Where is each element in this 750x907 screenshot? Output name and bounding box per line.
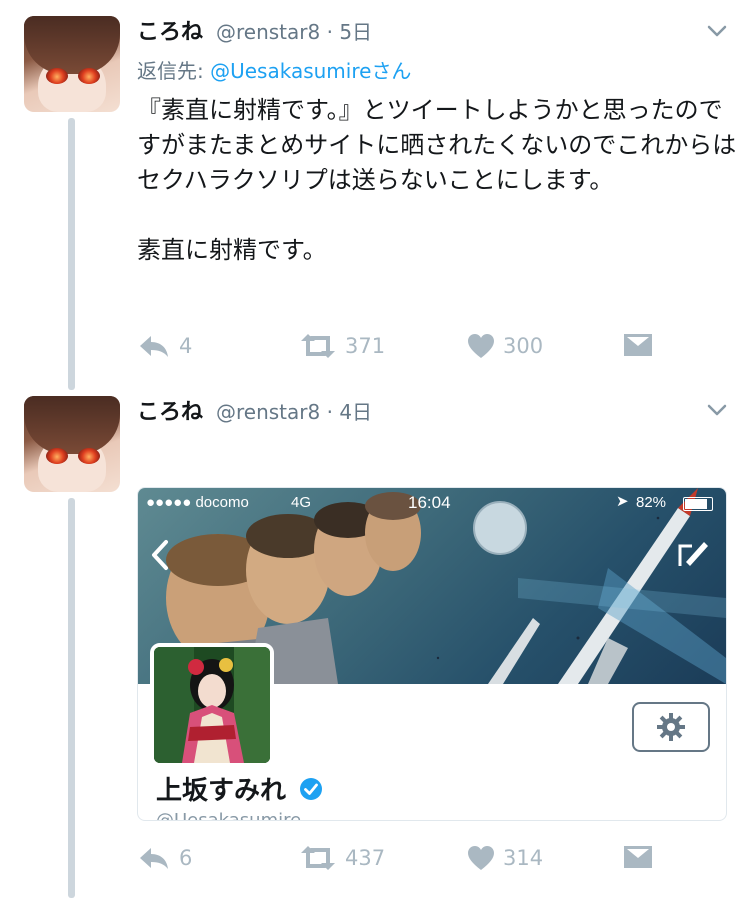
separator-dot: · [326,20,333,44]
profile-name: 上坂すみれ [156,770,323,807]
reply-count: 4 [179,334,193,358]
battery-icon [683,497,713,511]
thread-line-2 [68,498,75,898]
reply-button[interactable]: 4 [137,333,192,359]
gear-icon [657,713,685,741]
dm-icon [624,334,652,356]
reply-button[interactable]: 6 [137,845,192,871]
reply-icon [140,336,168,357]
carrier-text: ●●●●● docomo [146,494,249,511]
heart-icon [468,334,494,358]
separator-dot: · [326,400,333,424]
reply-context: 返信先: @Uesakasumireさん [137,55,411,84]
handle-text: @renstar8 [216,400,321,424]
dm-icon [624,846,652,868]
thread-line-1 [68,118,75,390]
avatar[interactable] [24,16,120,112]
retweet-button[interactable]: 437 [299,845,385,871]
like-button[interactable]: 300 [467,333,543,359]
like-button[interactable]: 314 [467,845,543,871]
reply-mention-link[interactable]: @Uesakasumireさん [210,59,411,83]
verified-badge-icon [300,778,323,800]
profile-picture[interactable] [150,643,274,767]
retweet-button[interactable]: 371 [299,333,385,359]
timestamp[interactable]: 4日 [339,400,372,424]
reply-prefix: 返信先: [137,59,204,83]
profile-handle: @Uesakasumire [156,810,302,821]
back-chevron-icon[interactable] [148,538,172,572]
retweet-count: 437 [345,846,386,870]
network-text: 4G [291,494,312,511]
settings-button[interactable] [632,702,710,752]
phone-status-bar: ●●●●● docomo 4G 16:04 ➤ 82% [138,488,726,518]
location-arrow-icon: ➤ [616,493,629,510]
dm-button[interactable] [623,845,653,869]
attached-image[interactable]: ●●●●● docomo 4G 16:04 ➤ 82% 上坂すみれ @Uesak… [137,487,727,821]
clock-text: 16:04 [408,493,451,512]
like-count: 300 [503,334,544,358]
compose-icon[interactable] [676,536,710,570]
author-name[interactable]: ころね [137,394,203,426]
heart-icon [468,846,494,870]
timestamp[interactable]: 5日 [339,20,372,44]
chevron-down-icon[interactable] [706,399,728,421]
reply-icon [140,848,168,869]
author-handle[interactable]: @renstar8 · 5日 [216,16,372,45]
author-handle[interactable]: @renstar8 · 4日 [216,396,372,425]
retweet-count: 371 [345,334,386,358]
chevron-down-icon[interactable] [706,20,728,42]
dm-button[interactable] [623,333,653,357]
avatar[interactable] [24,396,120,492]
retweet-icon [301,846,335,870]
tweet-text: 『素直に射精です。』とツイートしようかと思ったのですがまたまとめサイトに晒された… [137,96,737,264]
tweet-actions: 6 437 314 [137,845,697,875]
battery-percent: 82% [636,494,667,511]
retweet-icon [301,334,335,358]
reply-count: 6 [179,846,193,870]
profile-name-text: 上坂すみれ [156,776,287,806]
tweet-actions: 4 371 300 [137,333,697,363]
like-count: 314 [503,846,544,870]
handle-text: @renstar8 [216,20,321,44]
author-name[interactable]: ころね [137,14,203,46]
